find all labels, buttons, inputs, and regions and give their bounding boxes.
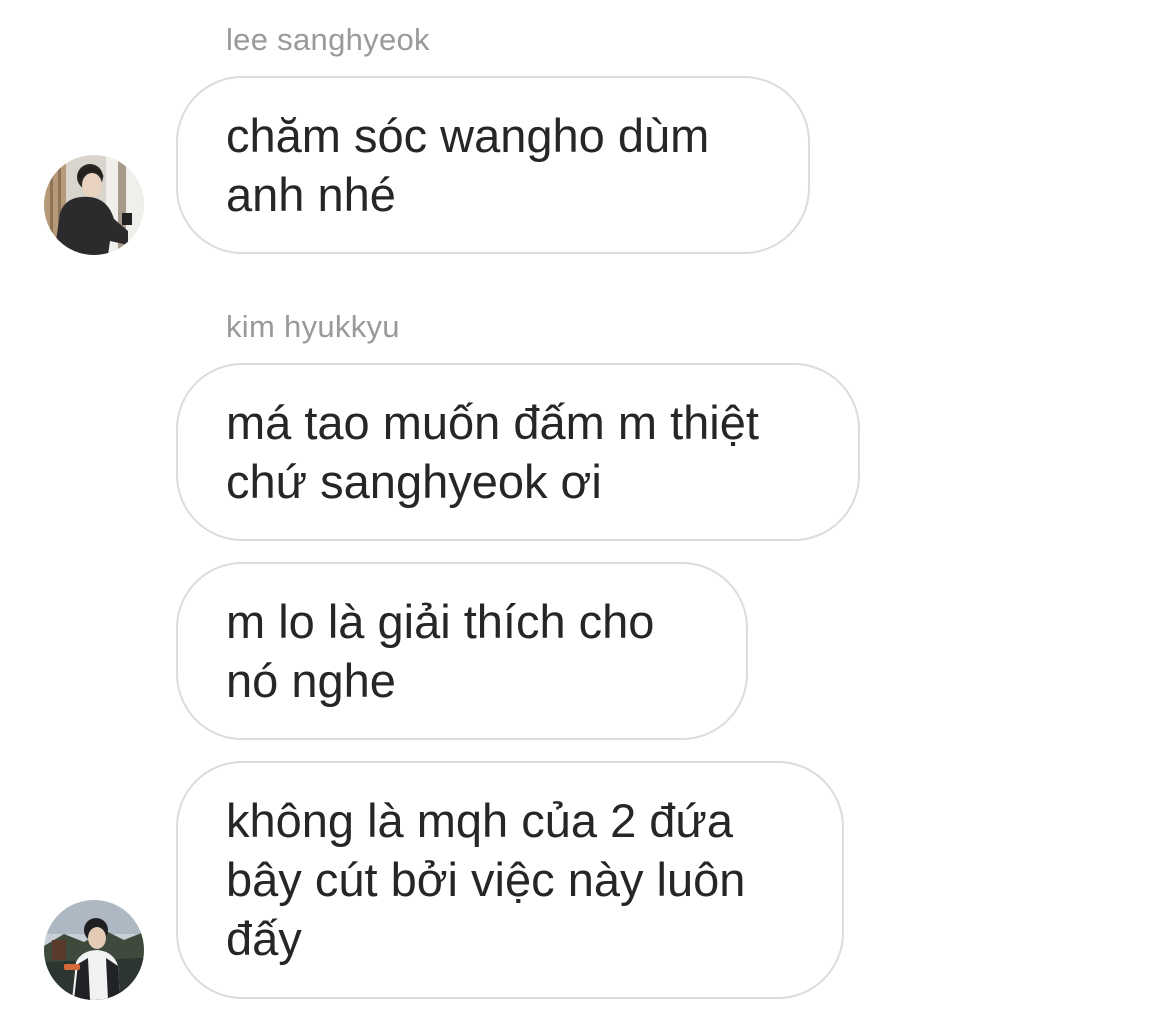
sender-avatar[interactable] (44, 155, 144, 255)
sender-name: kim hyukkyu (226, 309, 400, 344)
user-avatar-photo-icon (44, 900, 144, 1000)
message-bubble[interactable]: má tao muốn đấm m thiệt chứ sanghyeok ơi (176, 363, 860, 541)
message-bubble[interactable]: chăm sóc wangho dùm anh nhé (176, 76, 810, 254)
sender-avatar[interactable] (44, 900, 144, 1000)
user-avatar-photo-icon (44, 155, 144, 255)
sender-name: lee sanghyeok (226, 22, 430, 57)
message-bubble[interactable]: không là mqh của 2 đứa bây cút bởi việc … (176, 761, 844, 999)
message-bubble[interactable]: m lo là giải thích cho nó nghe (176, 562, 748, 740)
